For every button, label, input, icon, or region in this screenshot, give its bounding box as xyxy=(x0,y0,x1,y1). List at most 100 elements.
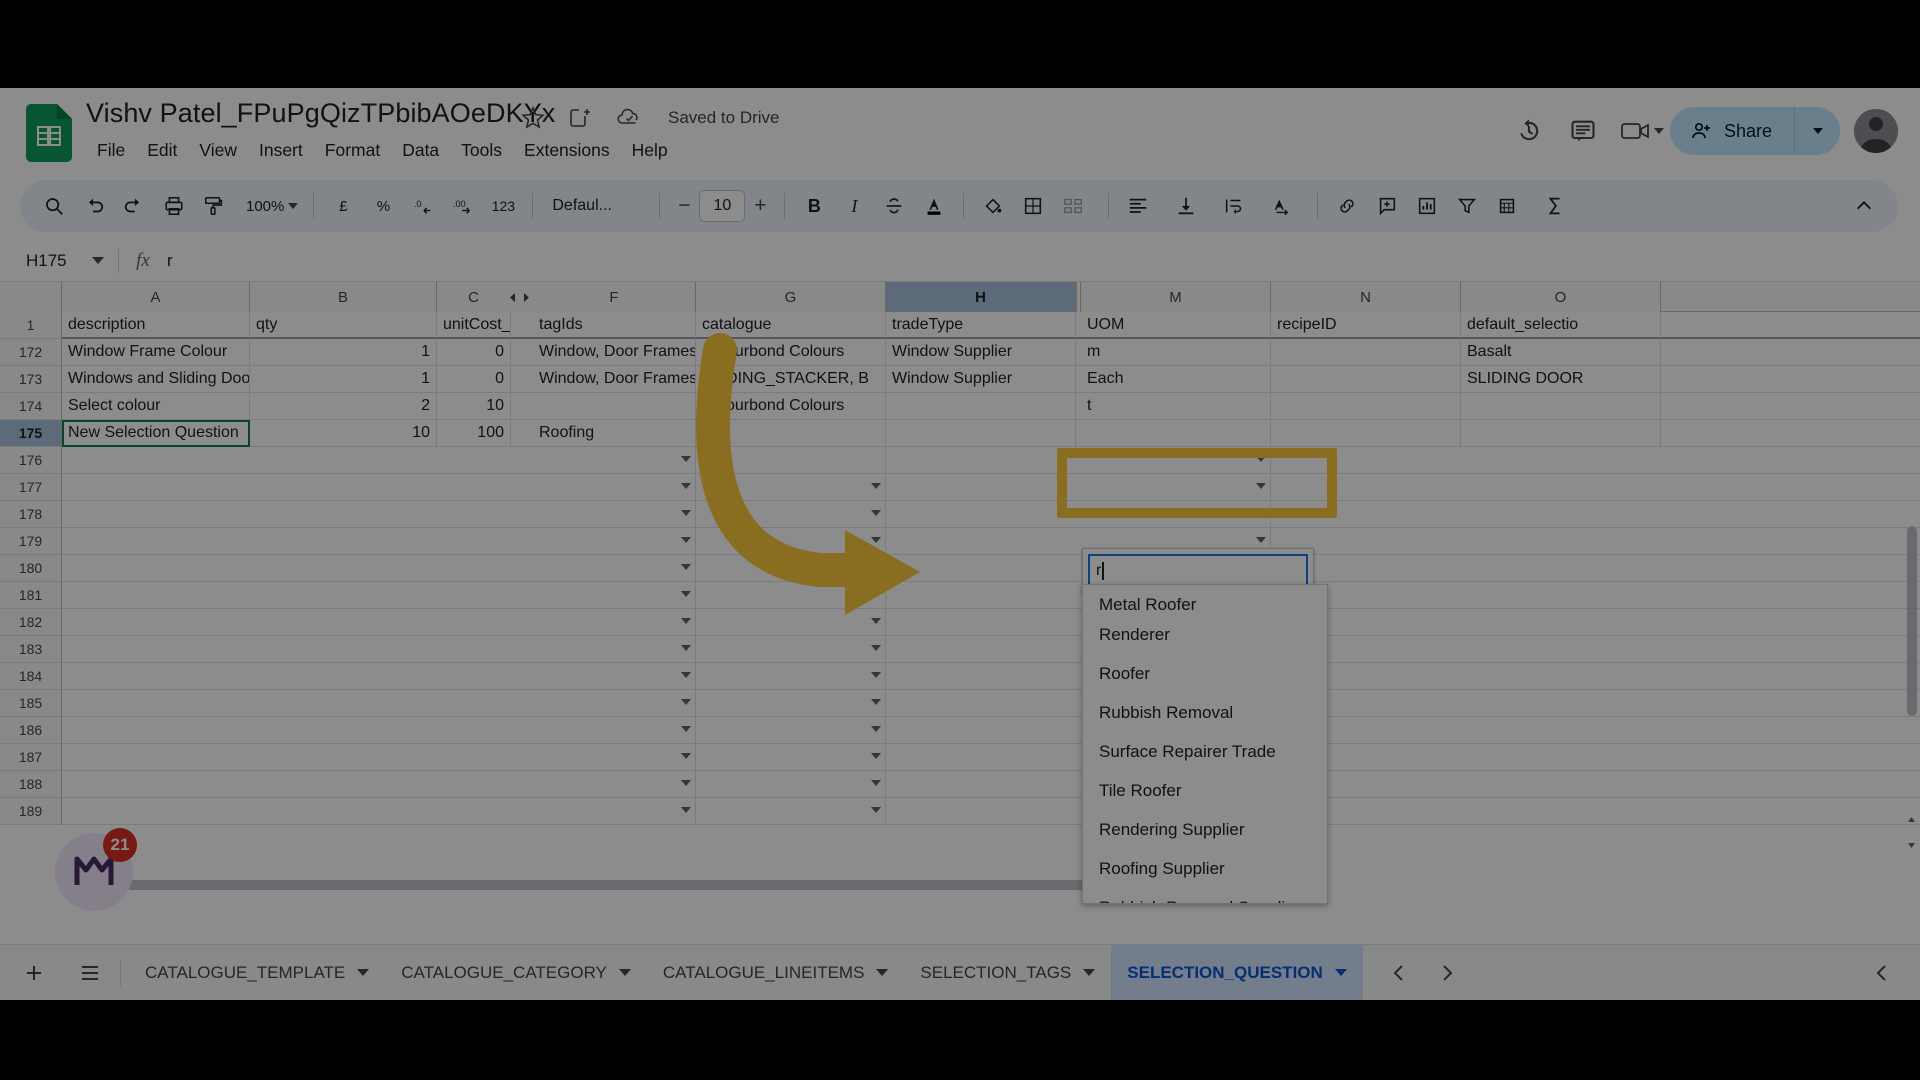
increase-font-size-button[interactable]: + xyxy=(745,191,775,221)
menu-item-file[interactable]: File xyxy=(86,136,136,165)
row-header-187[interactable]: 187 xyxy=(0,744,61,771)
column-header-m[interactable]: M xyxy=(1081,282,1271,312)
dropdown-options-list[interactable]: Metal Roofer Renderer Roofer Rubbish Rem… xyxy=(1082,584,1328,904)
row-header-173[interactable]: 173 xyxy=(0,366,61,393)
cell-f172[interactable]: Window, Door Frames , xyxy=(533,339,696,365)
cell-g179[interactable] xyxy=(696,528,886,554)
dropdown-arrow-icon[interactable] xyxy=(871,510,881,516)
chevron-down-icon[interactable] xyxy=(1334,969,1347,976)
dropdown-arrow-icon[interactable] xyxy=(871,591,881,597)
cell-g175[interactable]: m xyxy=(696,420,886,446)
sheet-tab-catalogue-template[interactable]: CATALOGUE_TEMPLATE xyxy=(129,945,385,1001)
menu-item-insert[interactable]: Insert xyxy=(248,136,314,165)
cell-g180[interactable] xyxy=(696,555,886,581)
dropdown-arrow-icon[interactable] xyxy=(681,807,691,813)
dropdown-arrow-icon[interactable] xyxy=(681,699,691,705)
insert-comment-icon[interactable] xyxy=(1367,186,1407,226)
insert-chart-icon[interactable] xyxy=(1407,186,1447,226)
cell-g174[interactable]: Colourbond Colours xyxy=(696,393,886,419)
version-history-icon[interactable] xyxy=(1502,104,1556,158)
row-header-176[interactable]: 176 xyxy=(0,447,61,474)
dropdown-arrow-icon[interactable] xyxy=(681,780,691,786)
cell-f176[interactable] xyxy=(533,447,696,473)
dropdown-arrow-icon[interactable] xyxy=(871,753,881,759)
cell-n174[interactable] xyxy=(1271,393,1461,419)
cell-m1[interactable]: UOM xyxy=(1081,312,1271,338)
dropdown-arrow-icon[interactable] xyxy=(871,645,881,651)
menu-item-extensions[interactable]: Extensions xyxy=(513,136,621,165)
column-header-n[interactable]: N xyxy=(1271,282,1461,312)
cell-a175[interactable]: New Selection Question xyxy=(62,420,250,446)
row-header-185[interactable]: 185 xyxy=(0,690,61,717)
collapse-right-icon[interactable] xyxy=(519,282,533,312)
cell-g1[interactable]: catalogue xyxy=(696,312,886,338)
dropdown-arrow-icon[interactable] xyxy=(1256,456,1266,462)
cell-c172[interactable]: 0 xyxy=(437,339,511,365)
dropdown-option-rubbish-removal-supplier[interactable]: Rubbish Removal Supplier xyxy=(1083,888,1327,904)
cell-m174[interactable]: t xyxy=(1081,393,1271,419)
cell-g185[interactable] xyxy=(696,690,886,716)
cell-n173[interactable] xyxy=(1271,366,1461,392)
scroll-down-icon[interactable] xyxy=(1904,838,1918,852)
dropdown-arrow-icon[interactable] xyxy=(681,672,691,678)
cell-a1[interactable]: description xyxy=(62,312,250,338)
cell-o173[interactable]: SLIDING DOOR xyxy=(1461,366,1661,392)
row-header-178[interactable]: 178 xyxy=(0,501,61,528)
cell-f174[interactable] xyxy=(533,393,696,419)
cell-g189[interactable] xyxy=(696,798,886,824)
row-header-189[interactable]: 189 xyxy=(0,798,61,825)
vertical-scrollbar[interactable] xyxy=(1906,316,1918,878)
move-to-folder-icon[interactable] xyxy=(568,105,594,131)
print-icon[interactable] xyxy=(154,186,194,226)
sheet-tab-selection-question[interactable]: SELECTION_QUESTION xyxy=(1111,944,1363,1000)
cell-g177[interactable] xyxy=(696,474,886,500)
dropdown-arrow-icon[interactable] xyxy=(681,510,691,516)
text-rotation-button[interactable] xyxy=(1262,186,1302,226)
dropdown-option-renderer[interactable]: Renderer xyxy=(1083,615,1327,654)
dropdown-option-rendering-supplier[interactable]: Rendering Supplier xyxy=(1083,810,1327,849)
cell-g188[interactable] xyxy=(696,771,886,797)
cell-g183[interactable] xyxy=(696,636,886,662)
menu-item-format[interactable]: Format xyxy=(314,136,391,165)
row-header-175[interactable]: 175 xyxy=(0,420,61,447)
cell-a174[interactable]: Select colour xyxy=(62,393,250,419)
strikethrough-button[interactable] xyxy=(874,186,914,226)
sheet-tab-catalogue-category[interactable]: CATALOGUE_CATEGORY xyxy=(385,945,647,1001)
cell-g172[interactable]: Colourbond Colours xyxy=(696,339,886,365)
merge-cells-button[interactable] xyxy=(1053,186,1093,226)
dropdown-arrow-icon[interactable] xyxy=(1256,537,1266,543)
chevron-down-icon[interactable] xyxy=(618,969,631,976)
dropdown-arrow-icon[interactable] xyxy=(871,537,881,543)
row-header-172[interactable]: 172 xyxy=(0,339,61,366)
cell-f185[interactable] xyxy=(533,690,696,716)
menu-item-help[interactable]: Help xyxy=(621,136,679,165)
cell-m175[interactable] xyxy=(1081,420,1271,446)
dropdown-arrow-icon[interactable] xyxy=(681,726,691,732)
dropdown-arrow-icon[interactable] xyxy=(871,807,881,813)
cell-o172[interactable]: Basalt xyxy=(1461,339,1661,365)
column-header-c[interactable]: C xyxy=(437,282,511,312)
cell-h175[interactable] xyxy=(886,420,1076,446)
cell-g184[interactable] xyxy=(696,663,886,689)
comment-history-icon[interactable] xyxy=(1556,104,1610,158)
add-sheet-icon[interactable] xyxy=(12,951,56,995)
cell-a173[interactable]: Windows and Sliding Door xyxy=(62,366,250,392)
sheet-tab-catalogue-lineitems[interactable]: CATALOGUE_LINEITEMS xyxy=(647,945,905,1001)
dropdown-arrow-icon[interactable] xyxy=(1256,510,1266,516)
filter-views-icon[interactable] xyxy=(1487,186,1527,226)
cell-c174[interactable]: 10 xyxy=(437,393,511,419)
cell-b173[interactable]: 1 xyxy=(250,366,437,392)
google-meet-icon[interactable] xyxy=(1610,108,1670,154)
row-header-186[interactable]: 186 xyxy=(0,717,61,744)
paint-format-icon[interactable] xyxy=(194,186,234,226)
cell-f178[interactable] xyxy=(533,501,696,527)
cell-f189[interactable] xyxy=(533,798,696,824)
dropdown-arrow-icon[interactable] xyxy=(681,537,691,543)
dropdown-arrow-icon[interactable] xyxy=(681,456,691,462)
collapse-toolbar-icon[interactable] xyxy=(1844,186,1884,226)
notification-badge[interactable]: 21 xyxy=(103,828,137,862)
cell-f175[interactable]: Roofing xyxy=(533,420,696,446)
cell-g187[interactable] xyxy=(696,744,886,770)
vertical-align-button[interactable] xyxy=(1166,186,1206,226)
cell-b172[interactable]: 1 xyxy=(250,339,437,365)
